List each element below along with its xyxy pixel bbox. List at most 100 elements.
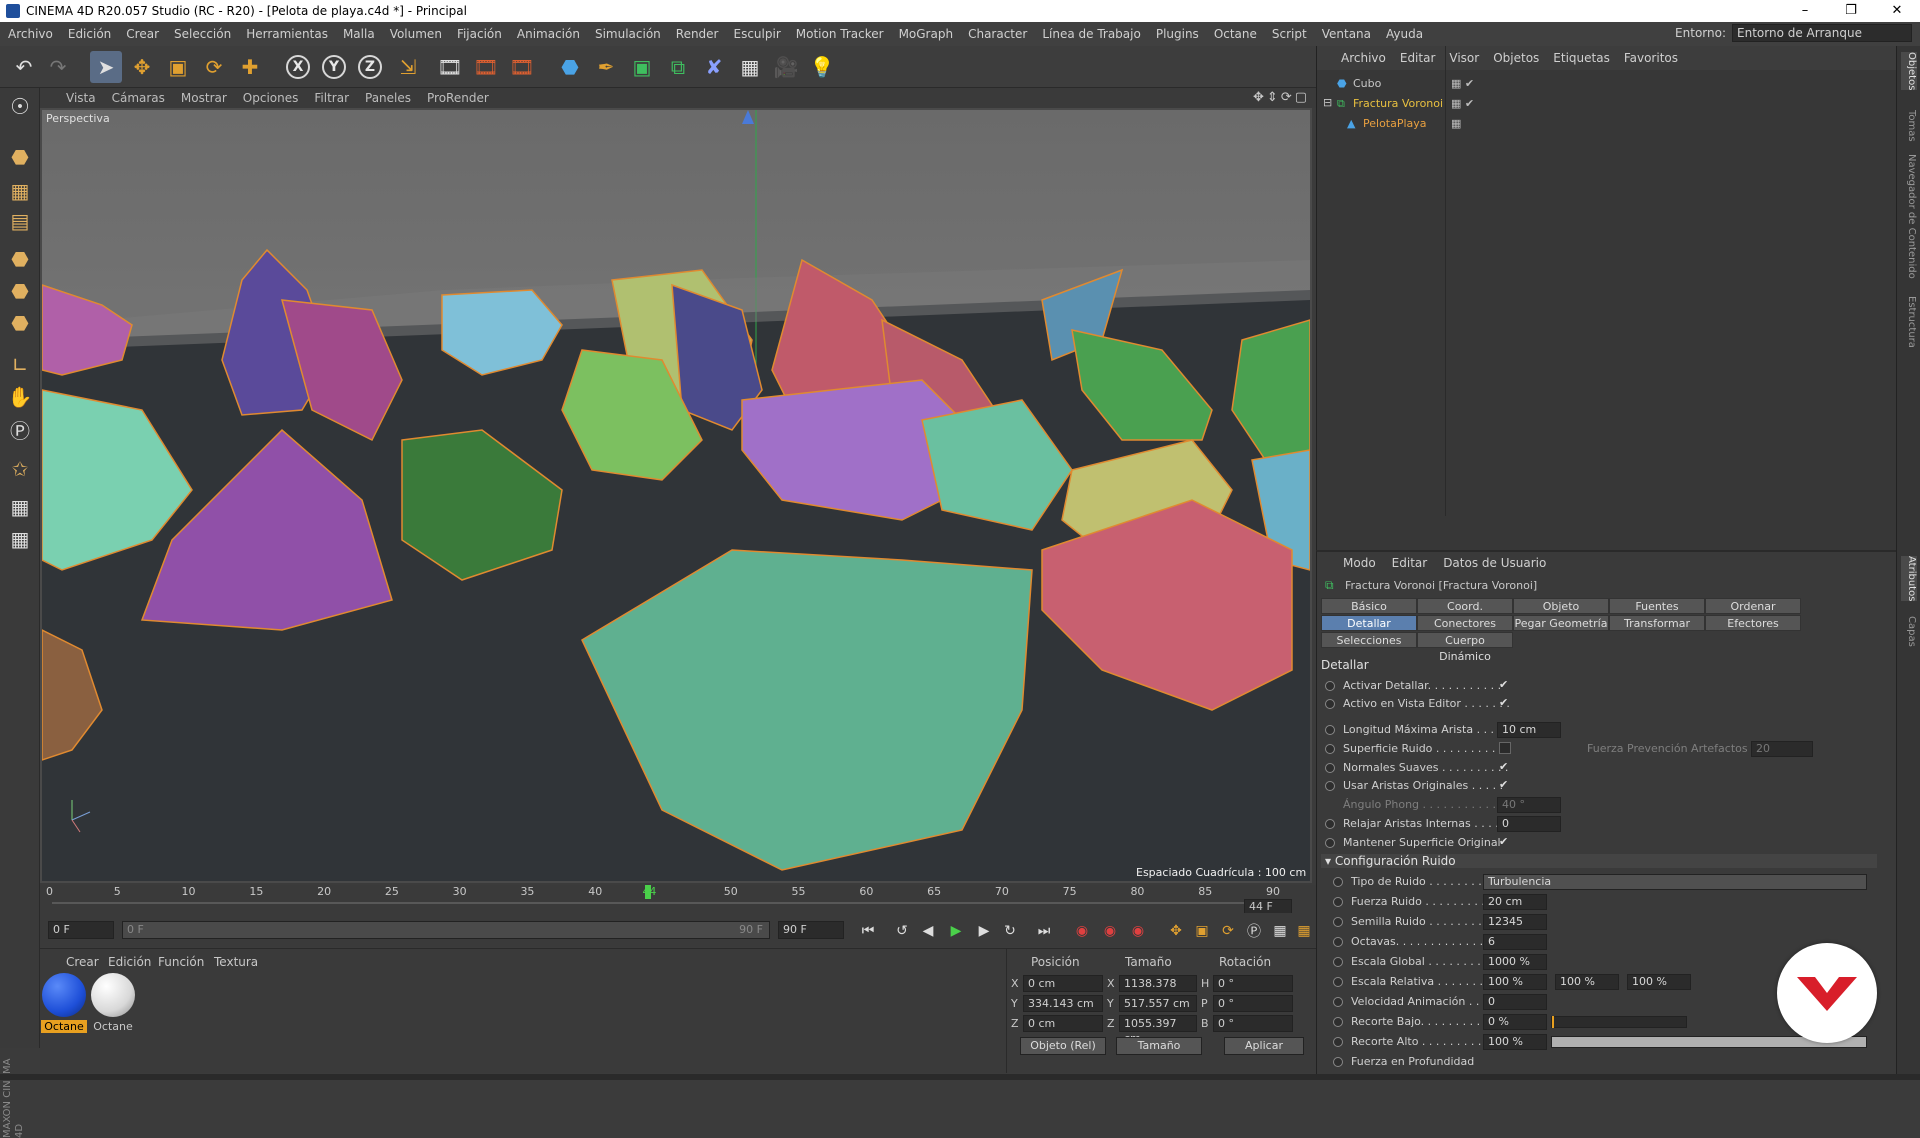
section-configuracion-ruido[interactable]: ▾ Configuración Ruido [1321,854,1877,868]
prop-checkbox[interactable]: ✔ [1499,836,1511,848]
mat-menu-textura[interactable]: Textura [214,955,258,969]
menu-ventana[interactable]: Ventana [1322,27,1371,41]
goto-end-icon[interactable]: ⏭ [1032,919,1056,943]
move-tool-icon[interactable]: ✥ [126,51,158,83]
prop-value[interactable]: 0 [1497,816,1561,832]
position-x-field[interactable]: 0 cm [1023,975,1103,992]
tab-conectores[interactable]: Conectores [1417,615,1513,631]
size-z-field[interactable]: 1055.397 cm [1119,1015,1197,1045]
animate-dot[interactable] [1333,1057,1343,1067]
om-menu-editar[interactable]: Editar [1400,51,1436,65]
grid-snap-icon[interactable]: ▦ [4,492,36,522]
visibility-toggle[interactable]: ▦ [1451,117,1461,130]
end-frame-field[interactable]: 90 F [778,921,844,939]
tab-selecciones[interactable]: Selecciones [1321,632,1417,648]
mat-menu-funcion[interactable]: Función [158,955,204,969]
menu-herramientas[interactable]: Herramientas [246,27,328,41]
strip-tab-capas[interactable]: Capas [1901,616,1917,647]
animate-dot[interactable] [1325,699,1335,709]
menu-ayuda[interactable]: Ayuda [1386,27,1423,41]
animate-dot[interactable] [1333,897,1343,907]
magnet-icon[interactable]: ✩ [4,454,36,484]
animate-dot[interactable] [1333,997,1343,1007]
animate-dot[interactable] [1325,838,1335,848]
animate-dot[interactable] [1333,1037,1343,1047]
attr-menu-modo[interactable]: Modo [1343,556,1376,570]
object-row-cubo[interactable]: ⬣ Cubo ▦ ✔ [1317,74,1897,93]
key-pla-icon[interactable]: ▦ [1268,919,1292,943]
tab-objeto[interactable]: Objeto [1513,598,1609,614]
subdivision-surface-icon[interactable]: ▣ [626,51,658,83]
prop-value-z[interactable]: 100 % [1627,974,1691,990]
slider-handle[interactable] [1552,1016,1554,1028]
multi-tool-icon[interactable]: ✚ [234,51,266,83]
om-menu-visor[interactable]: Visor [1449,51,1479,65]
menu-octane[interactable]: Octane [1214,27,1257,41]
timeline-window-icon[interactable]: ▦ [1292,919,1316,943]
prop-value-x[interactable]: 100 % [1483,974,1547,990]
rotate-tool-icon[interactable]: ⟳ [198,51,230,83]
menu-render[interactable]: Render [676,27,719,41]
array-generator-icon[interactable]: ⧉ [662,51,694,83]
timeline-ruler[interactable]: 0 5 10 15 20 25 30 35 40 44 50 55 60 65 70 75 80 85 90 44 … [40,885,1316,915]
floor-scene-icon[interactable]: ▦ [734,51,766,83]
animate-dot[interactable] [1333,957,1343,967]
tab-efectores[interactable]: Efectores [1705,615,1801,631]
tweak-mode-icon[interactable]: ✋ [4,382,36,412]
prop-value[interactable]: 1000 % [1483,954,1547,970]
menu-script[interactable]: Script [1272,27,1307,41]
light-icon[interactable]: 💡 [806,51,838,83]
vp-menu-opciones[interactable]: Opciones [243,91,299,105]
animate-dot[interactable] [1325,725,1335,735]
key-position-icon[interactable]: ✥ [1164,919,1188,943]
goto-start-icon[interactable]: ⏮ [856,919,880,943]
vp-menu-camaras[interactable]: Cámaras [112,91,165,105]
render-settings-icon[interactable]: 🎞 [506,51,538,83]
tab-basico[interactable]: Básico [1321,598,1417,614]
make-editable-icon[interactable]: ☉ [4,92,36,122]
polygons-mode-icon[interactable]: ⬣ [4,308,36,338]
snapping-icon[interactable]: Ⓟ [4,414,36,444]
visibility-toggle[interactable]: ▦ ✔ [1451,77,1474,90]
next-frame-icon[interactable]: ▶ [972,919,996,943]
menu-motion-tracker[interactable]: Motion Tracker [796,27,884,41]
prop-value[interactable]: 10 cm [1497,722,1561,738]
x-axis-lock-icon[interactable]: X [282,51,314,83]
vp-menu-prorender[interactable]: ProRender [427,91,489,105]
minimize-icon[interactable]: – [1782,0,1828,22]
strip-tab-estructura[interactable]: Estructura [1901,296,1917,348]
rotation-h-field[interactable]: 0 ° [1213,975,1293,992]
points-mode-icon[interactable]: ⬣ [4,244,36,274]
strip-tab-objetos[interactable]: Objetos [1901,52,1917,91]
animate-dot[interactable] [1333,917,1343,927]
workplane-mode-icon[interactable]: ▤ [4,206,36,236]
om-menu-etiquetas[interactable]: Etiquetas [1553,51,1610,65]
mat-menu-edicion[interactable]: Edición [108,955,151,969]
environment-select[interactable]: Entorno de Arranque [1732,24,1912,42]
animate-dot[interactable] [1325,681,1335,691]
camera-icon[interactable]: 🎥 [770,51,802,83]
3d-viewport[interactable] [40,108,1312,883]
prop-value[interactable]: 100 % [1483,1034,1547,1050]
scale-tool-icon[interactable]: ▣ [162,51,194,83]
edges-mode-icon[interactable]: ⬣ [4,276,36,306]
key-rotation-icon[interactable]: ⟳ [1216,919,1240,943]
size-x-field[interactable]: 1138.378 cm [1119,975,1197,1005]
redo-icon[interactable]: ↷ [42,51,74,83]
menu-mograph[interactable]: MoGraph [899,27,954,41]
menu-archivo[interactable]: Archivo [8,27,53,41]
material-swatch[interactable]: Octane [41,973,87,1033]
start-frame-field[interactable]: 0 F [48,921,114,939]
menu-seleccion[interactable]: Selección [174,27,231,41]
animate-dot[interactable] [1333,977,1343,987]
tab-pegar-geometria[interactable]: Pegar Geometría [1513,615,1609,631]
live-selection-icon[interactable]: ➤ [90,51,122,83]
prop-checkbox[interactable] [1499,742,1511,754]
animate-dot[interactable] [1333,877,1343,887]
menu-character[interactable]: Character [968,27,1027,41]
om-menu-favoritos[interactable]: Favoritos [1624,51,1678,65]
prop-value[interactable]: 40 ° [1497,797,1561,813]
tab-transformar[interactable]: Transformar [1609,615,1705,631]
close-icon[interactable]: ✕ [1874,0,1920,22]
menu-simulacion[interactable]: Simulación [595,27,661,41]
